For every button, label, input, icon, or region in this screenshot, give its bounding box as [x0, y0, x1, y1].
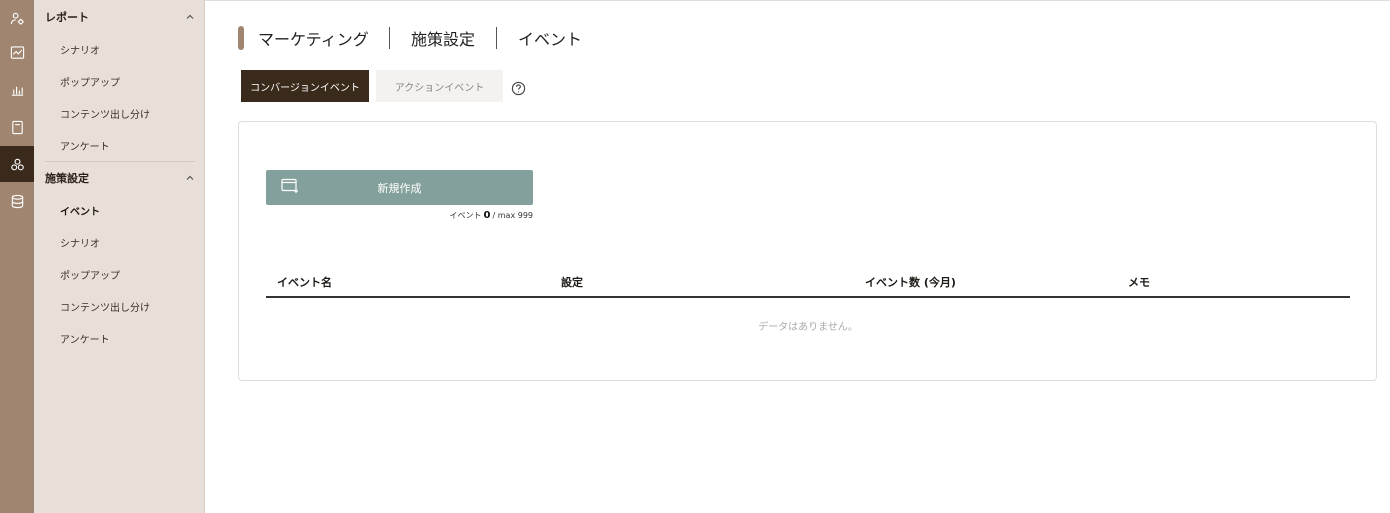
breadcrumb-separator — [496, 27, 497, 49]
sidebar-item-survey[interactable]: アンケート — [60, 329, 200, 347]
sidebar-item-label: コンテンツ出し分け — [60, 109, 150, 121]
tab-action-event[interactable]: アクションイベント — [376, 70, 503, 102]
sidebar-section-title: 施策設定 — [45, 172, 89, 185]
sidebar-item-label: コンテンツ出し分け — [60, 302, 150, 314]
add-window-icon — [281, 178, 298, 193]
event-counter: イベント 0/ max 999 — [400, 210, 533, 221]
title-accent-bar — [238, 26, 244, 50]
tab-conversion-event[interactable]: コンバージョンイベント — [241, 70, 369, 102]
column-header-event-count: イベント数 (今月) — [865, 276, 956, 289]
rail-document[interactable] — [0, 109, 34, 145]
icon-rail — [0, 0, 34, 513]
database-icon — [11, 194, 23, 208]
create-new-label: 新規作成 — [377, 181, 422, 195]
breadcrumb-event: イベント — [518, 30, 583, 49]
breadcrumb-marketing[interactable]: マーケティング — [258, 26, 369, 50]
chevron-up-icon — [186, 14, 194, 19]
sidebar-item-label: ポップアップ — [60, 77, 120, 89]
sidebar-item-report-survey[interactable]: アンケート — [60, 136, 200, 154]
sidebar-item-label: ポップアップ — [60, 270, 120, 282]
sidebar-item-report-scenario[interactable]: シナリオ — [60, 40, 200, 58]
sidebar-item-event[interactable]: イベント — [60, 201, 200, 219]
document-icon — [11, 120, 23, 134]
chart-line-icon — [10, 45, 24, 59]
sidebar-item-content[interactable]: コンテンツ出し分け — [60, 297, 200, 315]
sidebar-section-measures[interactable]: 施策設定 — [45, 168, 195, 188]
sidebar-item-label: シナリオ — [60, 238, 100, 250]
counter-prefix: イベント — [449, 211, 482, 220]
column-header-settings: 設定 — [561, 276, 583, 289]
marketing-icon — [10, 158, 24, 170]
sidebar-section-title: レポート — [45, 11, 89, 24]
chevron-up-icon — [186, 175, 194, 180]
help-icon[interactable] — [511, 81, 526, 96]
empty-state-text: データはありません。 — [758, 322, 858, 333]
top-border — [205, 0, 1390, 1]
sidebar-item-report-popup[interactable]: ポップアップ — [60, 72, 200, 90]
sidebar: レポート シナリオ ポップアップ コンテンツ出し分け アンケート 施策設定 イベ… — [34, 0, 205, 513]
event-card — [238, 121, 1377, 381]
rail-marketing[interactable] — [0, 146, 34, 182]
sidebar-item-scenario[interactable]: シナリオ — [60, 233, 200, 251]
sidebar-item-report-content[interactable]: コンテンツ出し分け — [60, 104, 200, 122]
sidebar-item-label: イベント — [60, 206, 100, 218]
column-header-memo: メモ — [1128, 276, 1150, 289]
rail-user-settings[interactable] — [0, 0, 34, 36]
sidebar-item-popup[interactable]: ポップアップ — [60, 265, 200, 283]
rail-bar-chart[interactable] — [0, 71, 34, 107]
counter-suffix: / max 999 — [492, 211, 533, 220]
rail-database[interactable] — [0, 183, 34, 219]
bar-chart-icon — [11, 86, 23, 96]
rail-chart-line[interactable] — [0, 34, 34, 70]
table-header-line — [266, 296, 1350, 298]
counter-count: 0 — [483, 210, 491, 221]
column-header-event-name: イベント名 — [277, 276, 332, 289]
sidebar-item-label: シナリオ — [60, 45, 100, 57]
sidebar-section-report[interactable]: レポート — [45, 7, 195, 27]
sidebar-divider — [45, 161, 195, 162]
create-new-button[interactable]: 新規作成 — [266, 170, 533, 205]
breadcrumb-separator — [389, 27, 390, 49]
user-settings-icon — [10, 12, 24, 25]
sidebar-item-label: アンケート — [60, 334, 110, 346]
breadcrumb-measures[interactable]: 施策設定 — [411, 26, 475, 50]
sidebar-item-label: アンケート — [60, 141, 110, 153]
